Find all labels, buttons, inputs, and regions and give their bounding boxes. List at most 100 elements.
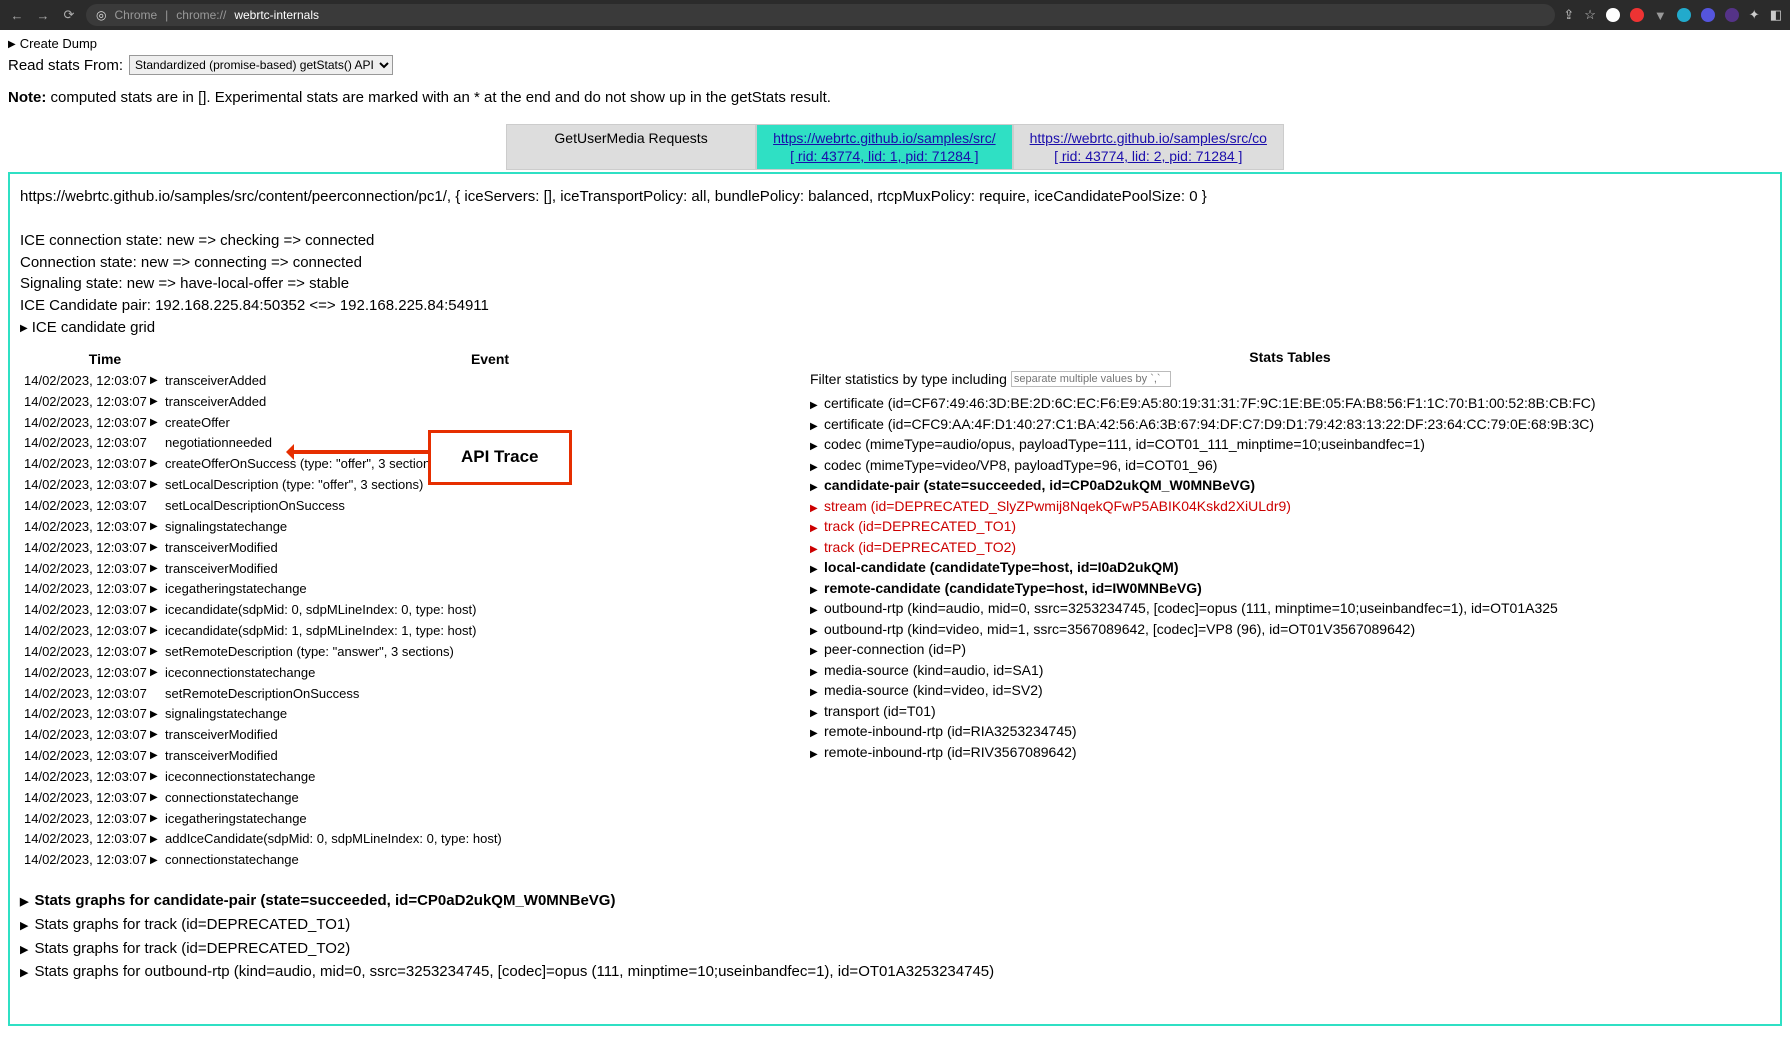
disclosure-icon[interactable]: ▶ xyxy=(150,478,159,493)
disclosure-icon[interactable]: ▶ xyxy=(810,584,820,599)
disclosure-icon[interactable]: ▶ xyxy=(810,502,820,517)
disclosure-icon[interactable]: ▶ xyxy=(150,854,159,869)
stat-item[interactable]: ▶remote-inbound-rtp (id=RIV3567089642) xyxy=(810,742,1770,763)
disclosure-icon[interactable]: ▶ xyxy=(150,520,159,535)
extensions-icon[interactable]: ✦ xyxy=(1749,7,1760,23)
disclosure-icon[interactable]: ▶ xyxy=(150,541,159,556)
tab-link[interactable]: https://webrtc.github.io/samples/src/co xyxy=(1030,130,1267,146)
disclosure-icon[interactable]: ▶ xyxy=(810,543,820,558)
disclosure-icon[interactable]: ▶ xyxy=(810,666,820,681)
event-row[interactable]: 14/02/2023, 12:03:07▶transceiverModified xyxy=(20,725,790,746)
event-row[interactable]: 14/02/2023, 12:03:07▶createOfferOnSucces… xyxy=(20,454,790,475)
back-button[interactable]: ← xyxy=(8,6,26,24)
event-row[interactable]: 14/02/2023, 12:03:07▶icegatheringstatech… xyxy=(20,809,790,830)
stats-graph-toggle[interactable]: ▶Stats graphs for outbound-rtp (kind=aud… xyxy=(20,960,1770,984)
disclosure-icon[interactable]: ▶ xyxy=(150,562,159,577)
event-row[interactable]: 14/02/2023, 12:03:07▶signalingstatechang… xyxy=(20,517,790,538)
forward-button[interactable]: → xyxy=(34,6,52,24)
stat-item[interactable]: ▶candidate-pair (state=succeeded, id=CP0… xyxy=(810,475,1770,496)
disclosure-icon[interactable]: ▶ xyxy=(150,833,159,848)
disclosure-icon[interactable]: ▶ xyxy=(810,461,820,476)
stat-item[interactable]: ▶local-candidate (candidateType=host, id… xyxy=(810,557,1770,578)
event-row[interactable]: 14/02/2023, 12:03:07▶transceiverAdded xyxy=(20,371,790,392)
event-row[interactable]: 14/02/2023, 12:03:07▶icecandidate(sdpMid… xyxy=(20,600,790,621)
read-stats-select[interactable]: Standardized (promise-based) getStats() … xyxy=(129,55,393,75)
disclosure-icon[interactable]: ▶ xyxy=(20,920,28,932)
disclosure-icon[interactable]: ▶ xyxy=(810,645,820,660)
ice-grid-toggle[interactable]: ICE candidate grid xyxy=(20,317,1770,339)
stat-item[interactable]: ▶peer-connection (id=P) xyxy=(810,639,1770,660)
stat-item[interactable]: ▶remote-inbound-rtp (id=RIA3253234745) xyxy=(810,721,1770,742)
bookmark-icon[interactable]: ☆ xyxy=(1584,7,1596,23)
stat-item[interactable]: ▶outbound-rtp (kind=video, mid=1, ssrc=3… xyxy=(810,619,1770,640)
disclosure-icon[interactable]: ▶ xyxy=(150,708,159,723)
disclosure-icon[interactable]: ▶ xyxy=(810,604,820,619)
disclosure-icon[interactable]: ▶ xyxy=(810,420,820,435)
disclosure-icon[interactable]: ▶ xyxy=(810,563,820,578)
disclosure-icon[interactable]: ▶ xyxy=(150,749,159,764)
disclosure-icon[interactable]: ▶ xyxy=(810,440,820,455)
event-row[interactable]: 14/02/2023, 12:03:07▶transceiverAdded xyxy=(20,392,790,413)
panel-icon[interactable]: ◧ xyxy=(1770,7,1782,23)
stat-item[interactable]: ▶track (id=DEPRECATED_TO2) xyxy=(810,537,1770,558)
disclosure-icon[interactable]: ▶ xyxy=(810,625,820,640)
disclosure-icon[interactable]: ▶ xyxy=(150,374,159,389)
event-row[interactable]: 14/02/2023, 12:03:07▶setLocalDescription… xyxy=(20,475,790,496)
stat-item[interactable]: ▶media-source (kind=video, id=SV2) xyxy=(810,680,1770,701)
disclosure-icon[interactable]: ▶ xyxy=(150,603,159,618)
disclosure-icon[interactable]: ▶ xyxy=(150,728,159,743)
stat-item[interactable]: ▶certificate (id=CFC9:AA:4F:D1:40:27:C1:… xyxy=(810,414,1770,435)
ext-icon-1[interactable] xyxy=(1606,8,1620,22)
disclosure-icon[interactable]: ▶ xyxy=(810,522,820,537)
stats-graph-toggle[interactable]: ▶Stats graphs for track (id=DEPRECATED_T… xyxy=(20,913,1770,937)
event-row[interactable]: 14/02/2023, 12:03:07▶connectionstatechan… xyxy=(20,788,790,809)
create-dump-toggle[interactable]: Create Dump xyxy=(8,36,1782,51)
tab-link[interactable]: https://webrtc.github.io/samples/src/ xyxy=(773,130,996,146)
event-row[interactable]: 14/02/2023, 12:03:07▶setRemoteDescriptio… xyxy=(20,684,790,705)
event-row[interactable]: 14/02/2023, 12:03:07▶icecandidate(sdpMid… xyxy=(20,621,790,642)
disclosure-icon[interactable]: ▶ xyxy=(810,686,820,701)
disclosure-icon[interactable]: ▶ xyxy=(150,645,159,660)
event-row[interactable]: 14/02/2023, 12:03:07▶transceiverModified xyxy=(20,538,790,559)
disclosure-icon[interactable]: ▶ xyxy=(150,666,159,681)
event-row[interactable]: 14/02/2023, 12:03:07▶iceconnectionstatec… xyxy=(20,663,790,684)
stat-item[interactable]: ▶stream (id=DEPRECATED_SlyZPwmij8NqekQFw… xyxy=(810,496,1770,517)
event-row[interactable]: 14/02/2023, 12:03:07▶createOffer xyxy=(20,413,790,434)
disclosure-icon[interactable]: ▶ xyxy=(810,399,820,414)
ext-icon-3[interactable]: ▼ xyxy=(1654,8,1667,23)
address-bar[interactable]: ◎ Chrome | chrome://webrtc-internals xyxy=(86,4,1555,26)
disclosure-icon[interactable]: ▶ xyxy=(150,583,159,598)
event-row[interactable]: 14/02/2023, 12:03:07▶transceiverModified xyxy=(20,559,790,580)
tab-1[interactable]: https://webrtc.github.io/samples/src/[ r… xyxy=(756,124,1013,170)
event-row[interactable]: 14/02/2023, 12:03:07▶setLocalDescription… xyxy=(20,496,790,517)
event-row[interactable]: 14/02/2023, 12:03:07▶iceconnectionstatec… xyxy=(20,767,790,788)
ext-icon-5[interactable] xyxy=(1701,8,1715,22)
event-row[interactable]: 14/02/2023, 12:03:07▶setRemoteDescriptio… xyxy=(20,642,790,663)
ext-icon-4[interactable] xyxy=(1677,8,1691,22)
disclosure-icon[interactable]: ▶ xyxy=(150,457,159,472)
disclosure-icon[interactable]: ▶ xyxy=(810,481,820,496)
stats-graph-toggle[interactable]: ▶Stats graphs for track (id=DEPRECATED_T… xyxy=(20,937,1770,961)
disclosure-icon[interactable]: ▶ xyxy=(20,944,28,956)
stat-item[interactable]: ▶transport (id=T01) xyxy=(810,701,1770,722)
event-row[interactable]: 14/02/2023, 12:03:07▶signalingstatechang… xyxy=(20,704,790,725)
disclosure-icon[interactable]: ▶ xyxy=(810,727,820,742)
stat-item[interactable]: ▶media-source (kind=audio, id=SA1) xyxy=(810,660,1770,681)
disclosure-icon[interactable]: ▶ xyxy=(150,395,159,410)
filter-input[interactable] xyxy=(1011,371,1171,387)
stat-item[interactable]: ▶codec (mimeType=audio/opus, payloadType… xyxy=(810,434,1770,455)
ext-icon-2[interactable] xyxy=(1630,8,1644,22)
disclosure-icon[interactable]: ▶ xyxy=(150,812,159,827)
event-row[interactable]: 14/02/2023, 12:03:07▶addIceCandidate(sdp… xyxy=(20,829,790,850)
stat-item[interactable]: ▶certificate (id=CF67:49:46:3D:BE:2D:6C:… xyxy=(810,393,1770,414)
tab-2[interactable]: https://webrtc.github.io/samples/src/co[… xyxy=(1013,124,1284,170)
disclosure-icon[interactable]: ▶ xyxy=(150,416,159,431)
disclosure-icon[interactable]: ▶ xyxy=(810,748,820,763)
reload-button[interactable]: ⟳ xyxy=(60,6,78,24)
disclosure-icon[interactable]: ▶ xyxy=(150,770,159,785)
tab-0[interactable]: GetUserMedia Requests xyxy=(506,124,756,170)
stats-graph-toggle[interactable]: ▶Stats graphs for candidate-pair (state=… xyxy=(20,889,1770,913)
stat-item[interactable]: ▶codec (mimeType=video/VP8, payloadType=… xyxy=(810,455,1770,476)
disclosure-icon[interactable]: ▶ xyxy=(20,967,28,979)
event-row[interactable]: 14/02/2023, 12:03:07▶connectionstatechan… xyxy=(20,850,790,871)
